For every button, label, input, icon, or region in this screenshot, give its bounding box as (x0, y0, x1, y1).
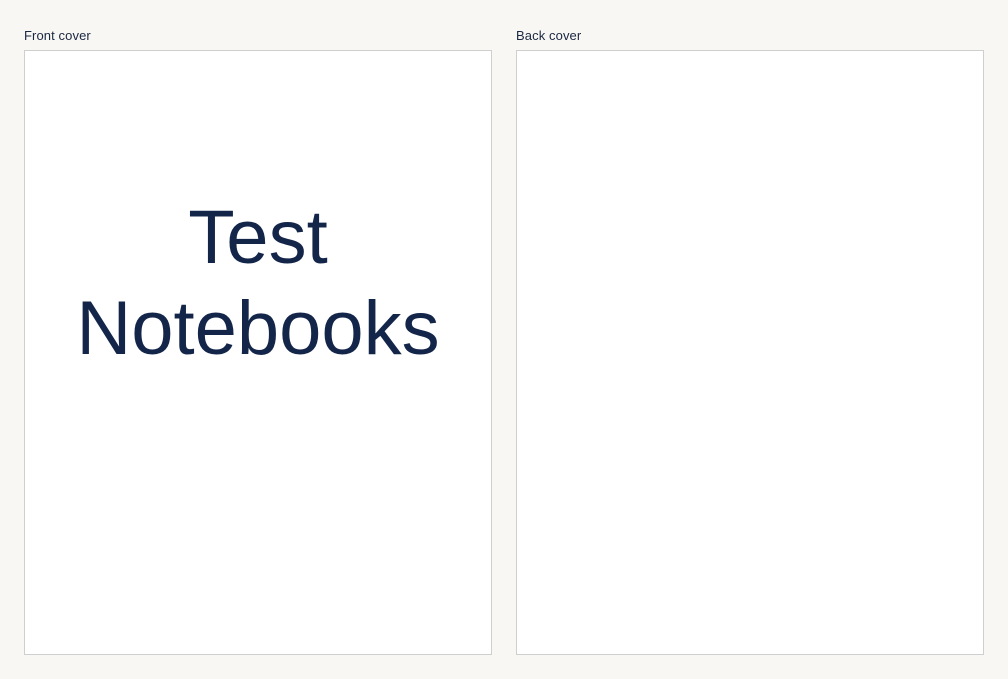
back-cover-label: Back cover (516, 28, 582, 43)
back-cover-preview[interactable] (516, 50, 984, 655)
front-cover-preview[interactable]: Test Notebooks (24, 50, 492, 655)
front-cover-label: Front cover (24, 28, 91, 43)
front-cover-title: Test Notebooks (76, 195, 440, 371)
